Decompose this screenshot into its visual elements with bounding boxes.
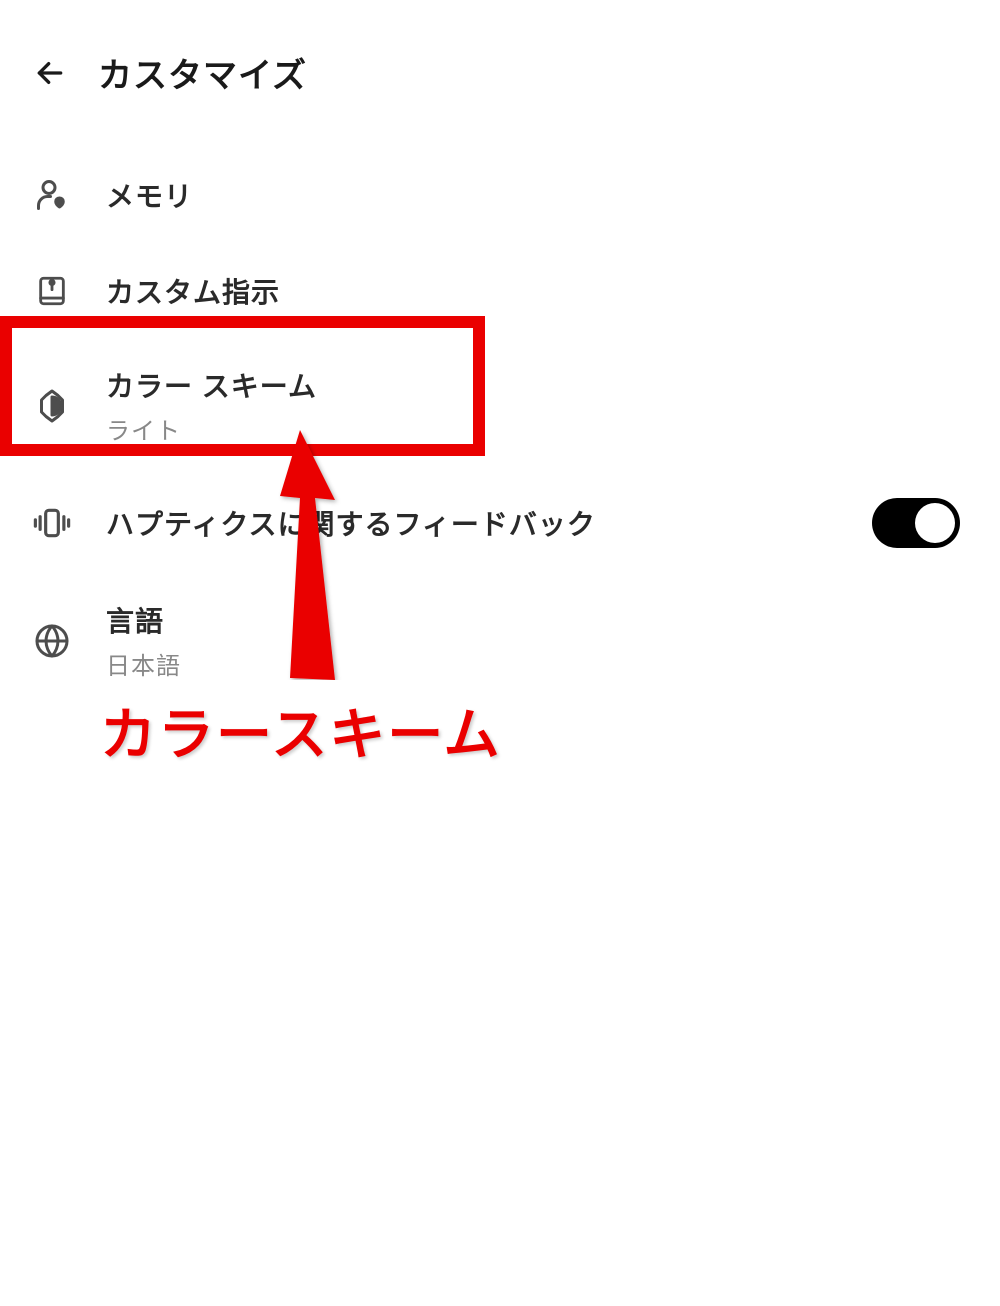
- back-button[interactable]: [30, 53, 70, 93]
- toggle-knob: [915, 503, 955, 543]
- settings-list: メモリ カスタム指示 カラー スキーム ライト: [0, 127, 1000, 727]
- setting-text: カスタム指示: [106, 271, 970, 311]
- setting-label: メモリ: [106, 175, 970, 215]
- brightness-icon: [30, 384, 74, 428]
- header: カスタマイズ: [0, 0, 1000, 127]
- setting-label: カスタム指示: [106, 271, 970, 311]
- setting-memory[interactable]: メモリ: [0, 147, 1000, 243]
- setting-custom-instructions[interactable]: カスタム指示: [0, 243, 1000, 339]
- setting-text: カラー スキーム ライト: [106, 365, 970, 446]
- setting-value: ライト: [106, 411, 970, 446]
- setting-label: ハプティクスに関するフィードバック: [106, 503, 872, 543]
- setting-haptics[interactable]: ハプティクスに関するフィードバック: [0, 472, 1000, 574]
- page-title: カスタマイズ: [98, 48, 307, 97]
- arrow-left-icon: [34, 57, 66, 89]
- book-icon: [30, 269, 74, 313]
- vibrate-icon: [30, 501, 74, 545]
- haptics-toggle[interactable]: [872, 498, 960, 548]
- globe-icon: [30, 619, 74, 663]
- setting-language[interactable]: 言語 日本語: [0, 574, 1000, 707]
- setting-label: カラー スキーム: [106, 365, 970, 405]
- setting-text: メモリ: [106, 175, 970, 215]
- setting-value: 日本語: [106, 646, 970, 681]
- setting-color-scheme[interactable]: カラー スキーム ライト: [0, 339, 1000, 472]
- setting-text: 言語 日本語: [106, 600, 970, 681]
- setting-label: 言語: [106, 600, 970, 640]
- setting-text: ハプティクスに関するフィードバック: [106, 503, 872, 543]
- annotation-text: カラースキーム: [100, 690, 502, 771]
- person-heart-icon: [30, 173, 74, 217]
